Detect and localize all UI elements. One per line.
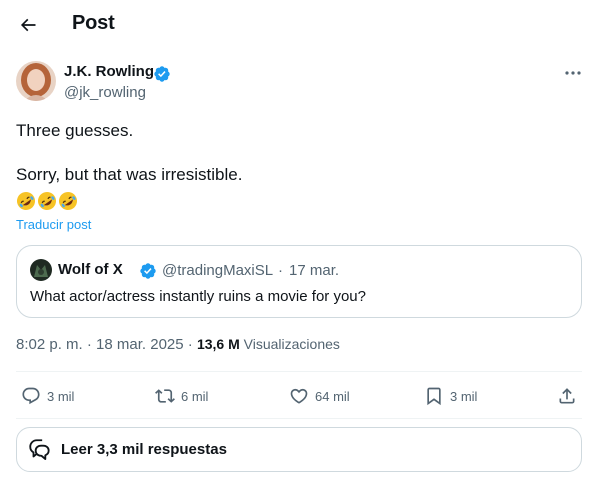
arrow-left-icon — [20, 18, 36, 32]
quoted-separator: · — [278, 262, 283, 279]
reply-button[interactable]: 3 mil — [21, 383, 74, 409]
bookmark-icon — [427, 387, 441, 406]
action-bar: 3 mil 6 mil 64 mil 3 mil — [0, 383, 600, 409]
read-replies-label: Leer 3,3 mil respuestas — [61, 441, 227, 458]
verified-badge-icon — [154, 66, 170, 82]
read-replies-button[interactable]: Leer 3,3 mil respuestas — [16, 427, 582, 472]
quoted-text: What actor/actress instantly ruins a mov… — [30, 288, 366, 305]
tweet-line-2: Sorry, but that was irresistible. — [16, 165, 243, 184]
quoted-author-name: Wolf of X — [58, 261, 123, 278]
bookmark-button[interactable]: 3 mil — [424, 383, 477, 409]
emoji-row — [16, 191, 78, 213]
reply-icon — [22, 387, 40, 405]
author-handle[interactable]: @jk_rowling — [64, 84, 146, 101]
more-dots-icon — [565, 71, 581, 75]
back-button[interactable] — [12, 9, 44, 41]
tweet-text: Three guesses. Sorry, but that was irres… — [16, 120, 576, 186]
share-button[interactable] — [557, 383, 577, 409]
quoted-author-handle: @tradingMaxiSL — [162, 262, 274, 279]
more-options-button[interactable] — [560, 62, 586, 84]
repost-count: 6 mil — [181, 388, 209, 404]
like-button[interactable]: 64 mil — [289, 383, 350, 409]
heart-icon — [290, 388, 308, 404]
views-label: Visualizaciones — [243, 336, 340, 352]
divider — [16, 371, 582, 372]
post-date[interactable]: 18 mar. 2025 — [96, 336, 184, 353]
post-meta: 8:02 p. m. · 18 mar. 2025 · 13,6 M Visua… — [16, 336, 340, 353]
post-time[interactable]: 8:02 p. m. — [16, 336, 83, 353]
meta-separator: · — [86, 336, 97, 353]
tweet-line-1: Three guesses. — [16, 121, 134, 140]
share-icon — [559, 388, 575, 404]
rolling-on-floor-laughing-icon — [59, 192, 77, 210]
quoted-date: 17 mar. — [289, 262, 340, 279]
meta-separator: · — [187, 336, 197, 353]
top-bar: Post — [0, 0, 600, 50]
quoted-post-card[interactable]: Wolf of X @tradingMaxiSL · 17 mar. What … — [16, 245, 582, 318]
views-count: 13,6 M — [196, 336, 244, 352]
rolling-on-floor-laughing-icon — [17, 192, 35, 210]
author-avatar[interactable] — [16, 61, 56, 101]
page-title: Post — [72, 12, 115, 34]
translate-post-link[interactable]: Traducir post — [16, 217, 91, 232]
bookmark-count: 3 mil — [450, 388, 478, 404]
reply-bubbles-icon — [29, 438, 50, 460]
rolling-on-floor-laughing-icon — [38, 192, 56, 210]
repost-icon — [155, 389, 175, 403]
divider — [16, 418, 582, 419]
like-count: 64 mil — [315, 388, 350, 404]
author-name[interactable]: J.K. Rowling — [64, 63, 154, 80]
verified-badge-icon — [140, 263, 156, 279]
repost-button[interactable]: 6 mil — [155, 383, 208, 409]
reply-count: 3 mil — [47, 388, 75, 404]
quoted-author-avatar — [30, 259, 52, 281]
